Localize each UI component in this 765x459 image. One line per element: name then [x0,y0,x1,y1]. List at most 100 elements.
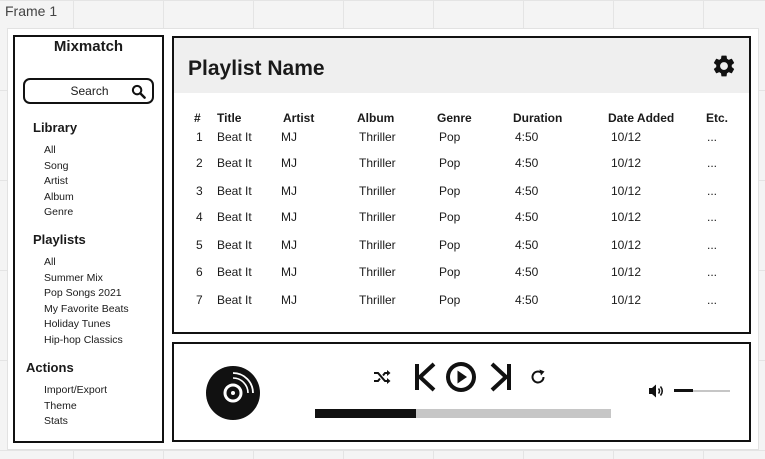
sidebar-item-library-song[interactable]: Song [44,159,74,175]
table-row[interactable]: 2 Beat It MJ Thriller Pop 4:50 10/12... [174,156,749,172]
sidebar-item-playlist-all[interactable]: All [44,255,129,271]
sidebar-item-playlist-holiday-tunes[interactable]: Holiday Tunes [44,317,129,333]
cell-album: Thriller [359,265,396,279]
actions-list: Import/Export Theme Stats [44,383,107,430]
skip-previous-icon[interactable] [414,362,436,392]
sidebar-item-playlist-pop-songs-2021[interactable]: Pop Songs 2021 [44,286,129,302]
playlist-panel: Playlist Name # Title Artist Album Genre Dura… [172,36,751,334]
cell-duration: 4:50 [515,156,539,170]
skip-next-icon[interactable] [490,362,512,392]
cell-title: Beat It [217,238,252,252]
library-title: Library [33,120,78,135]
cell-album: Thriller [359,130,396,144]
sidebar-item-playlist-hip-hop-classics[interactable]: Hip-hop Classics [44,333,129,349]
sidebar-item-action-import-export[interactable]: Import/Export [44,383,107,399]
play-icon[interactable] [445,361,477,393]
search-icon[interactable] [131,84,146,99]
cell-genre: Pop [439,130,461,144]
cell-album: Thriller [359,238,396,252]
cell-index: 4 [196,210,203,224]
cell-index: 6 [196,265,203,279]
cell-genre: Pop [439,156,461,170]
column-header-title[interactable]: Title [217,111,241,125]
cell-title: Beat It [217,293,252,307]
table-row[interactable]: 5 Beat It MJ Thriller Pop 4:50 10/12... [174,238,749,254]
cell-title: Beat It [217,210,252,224]
cell-artist: MJ [281,184,297,198]
cell-date-added: 10/12 [611,184,642,198]
cell-etc: ... [707,265,718,279]
cell-duration: 4:50 [515,238,539,252]
disc-icon [206,366,260,420]
column-header-album[interactable]: Album [357,111,394,125]
table-header-row: # Title Artist Album Genre Duration Date Added… [174,111,749,127]
actions-title: Actions [26,360,74,375]
volume-icon[interactable] [648,383,665,399]
volume-fill [674,389,694,392]
cell-artist: MJ [281,238,297,252]
cell-artist: MJ [281,156,297,170]
sidebar-item-library-all[interactable]: All [44,143,74,159]
cell-genre: Pop [439,293,461,307]
cell-etc: ... [707,293,718,307]
cell-artist: MJ [281,265,297,279]
cell-date-added: 10/12 [611,210,642,224]
cell-genre: Pop [439,238,461,252]
cell-duration: 4:50 [515,210,539,224]
repeat-icon[interactable] [529,368,547,386]
cell-genre: Pop [439,210,461,224]
sidebar-item-library-album[interactable]: Album [44,190,74,206]
table-row[interactable]: 7 Beat It MJ Thriller Pop 4:50 10/12... [174,293,749,309]
cell-duration: 4:50 [515,265,539,279]
search-box[interactable]: Search [23,78,154,104]
volume-slider[interactable] [674,389,730,392]
sidebar-item-library-artist[interactable]: Artist [44,174,74,190]
cell-index: 2 [196,156,203,170]
sidebar-item-library-genre[interactable]: Genre [44,205,74,221]
column-header-genre[interactable]: Genre [437,111,472,125]
playlist-title: Playlist Name [188,57,325,80]
player-bar [172,342,751,442]
column-header-artist[interactable]: Artist [283,111,314,125]
table-row[interactable]: 3 Beat It MJ Thriller Pop 4:50 10/12... [174,184,749,200]
cell-index: 7 [196,293,203,307]
cell-artist: MJ [281,130,297,144]
cell-album: Thriller [359,293,396,307]
cell-title: Beat It [217,265,252,279]
sidebar: Mixmatch Search Library All Song Artist Alb… [13,35,164,443]
table-row[interactable]: 6 Beat It MJ Thriller Pop 4:50 10/12... [174,265,749,281]
cell-etc: ... [707,184,718,198]
cell-index: 3 [196,184,203,198]
cell-duration: 4:50 [515,184,539,198]
column-header-date-added[interactable]: Date Added [608,111,674,125]
column-header-etc[interactable]: Etc. [706,111,728,125]
column-header-duration[interactable]: Duration [513,111,562,125]
sidebar-item-playlist-summer-mix[interactable]: Summer Mix [44,271,129,287]
gear-icon[interactable] [711,53,737,79]
sidebar-item-action-stats[interactable]: Stats [44,414,107,430]
cell-duration: 4:50 [515,130,539,144]
cell-index: 5 [196,238,203,252]
cell-title: Beat It [217,130,252,144]
cell-artist: MJ [281,293,297,307]
shuffle-icon[interactable] [373,369,391,385]
column-header-index[interactable]: # [194,111,201,125]
app-title: Mixmatch [53,38,124,55]
progress-bar[interactable] [315,409,611,418]
cell-title: Beat It [217,156,252,170]
cell-title: Beat It [217,184,252,198]
cell-date-added: 10/12 [611,293,642,307]
library-list: All Song Artist Album Genre [44,143,74,221]
playlists-list: All Summer Mix Pop Songs 2021 My Favorite B… [44,255,129,349]
cell-etc: ... [707,130,718,144]
cell-etc: ... [707,210,718,224]
cell-album: Thriller [359,210,396,224]
sidebar-item-playlist-my-favorite-beats[interactable]: My Favorite Beats [44,302,129,318]
table-row[interactable]: 1 Beat It MJ Thriller Pop 4:50 10/12... [174,130,749,146]
frame-label: Frame 1 [5,3,58,19]
sidebar-item-action-theme[interactable]: Theme [44,399,107,415]
playlist-header: Playlist Name [174,38,749,93]
cell-album: Thriller [359,184,396,198]
table-row[interactable]: 4 Beat It MJ Thriller Pop 4:50 10/12... [174,210,749,226]
cell-date-added: 10/12 [611,130,642,144]
